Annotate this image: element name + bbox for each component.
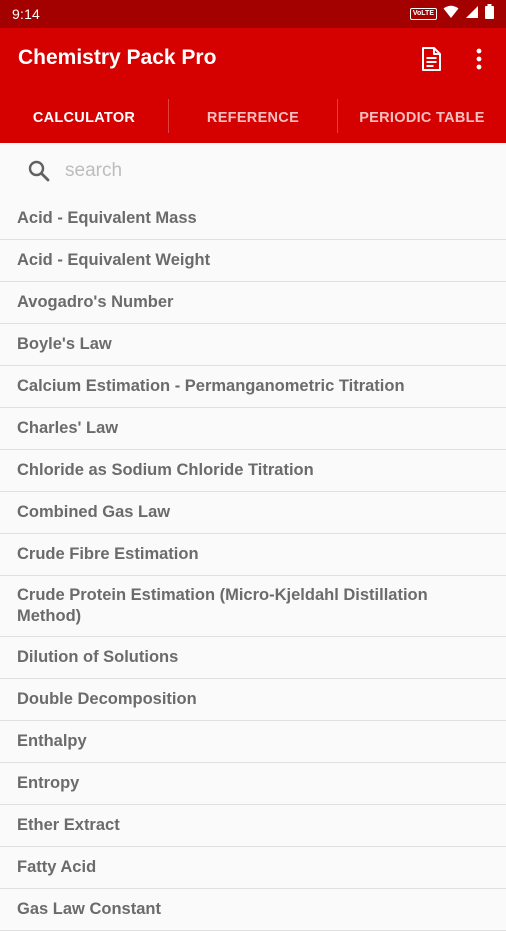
list-item[interactable]: Avogadro's Number (0, 282, 506, 324)
list-item[interactable]: Gas Law Constant (0, 889, 506, 931)
list-item[interactable]: Entropy (0, 763, 506, 805)
list-item[interactable]: Boyle's Law (0, 324, 506, 366)
list-item[interactable]: Calcium Estimation - Permanganometric Ti… (0, 366, 506, 408)
list-item[interactable]: Fatty Acid (0, 847, 506, 889)
status-icons: VoLTE (409, 4, 494, 24)
tab-calculator[interactable]: CALCULATOR (0, 92, 168, 143)
search-icon[interactable] (21, 153, 57, 189)
list-item[interactable]: Combined Gas Law (0, 492, 506, 534)
volte-badge: VoLTE (409, 8, 437, 20)
tab-reference[interactable]: REFERENCE (169, 92, 337, 143)
list-item[interactable]: Dilution of Solutions (0, 637, 506, 679)
list-item[interactable]: Crude Fibre Estimation (0, 534, 506, 576)
app-bar-actions (414, 42, 496, 76)
search-input[interactable] (63, 158, 467, 183)
list-item[interactable]: Acid - Equivalent Mass (0, 198, 506, 240)
app-title: Chemistry Pack Pro (18, 46, 217, 69)
search-bar (0, 143, 506, 198)
list-item[interactable]: Ether Extract (0, 805, 506, 847)
calculator-list: Acid - Equivalent Mass Acid - Equivalent … (0, 198, 506, 931)
list-item[interactable]: Acid - Equivalent Weight (0, 240, 506, 282)
app-bar: Chemistry Pack Pro (0, 28, 506, 92)
document-icon[interactable] (414, 42, 448, 76)
battery-icon (485, 4, 494, 24)
list-item[interactable]: Double Decomposition (0, 679, 506, 721)
wifi-icon (443, 5, 459, 24)
list-item[interactable]: Chloride as Sodium Chloride Titration (0, 450, 506, 492)
signal-icon (465, 5, 479, 24)
status-bar: 9:14 VoLTE (0, 0, 506, 28)
tab-periodic-table[interactable]: PERIODIC TABLE (338, 92, 506, 143)
list-item[interactable]: Enthalpy (0, 721, 506, 763)
list-item[interactable]: Crude Protein Estimation (Micro-Kjeldahl… (0, 576, 506, 637)
tab-bar: CALCULATOR REFERENCE PERIODIC TABLE (0, 92, 506, 143)
list-item[interactable]: Charles' Law (0, 408, 506, 450)
status-time: 9:14 (12, 6, 41, 22)
more-vert-icon[interactable] (462, 42, 496, 76)
